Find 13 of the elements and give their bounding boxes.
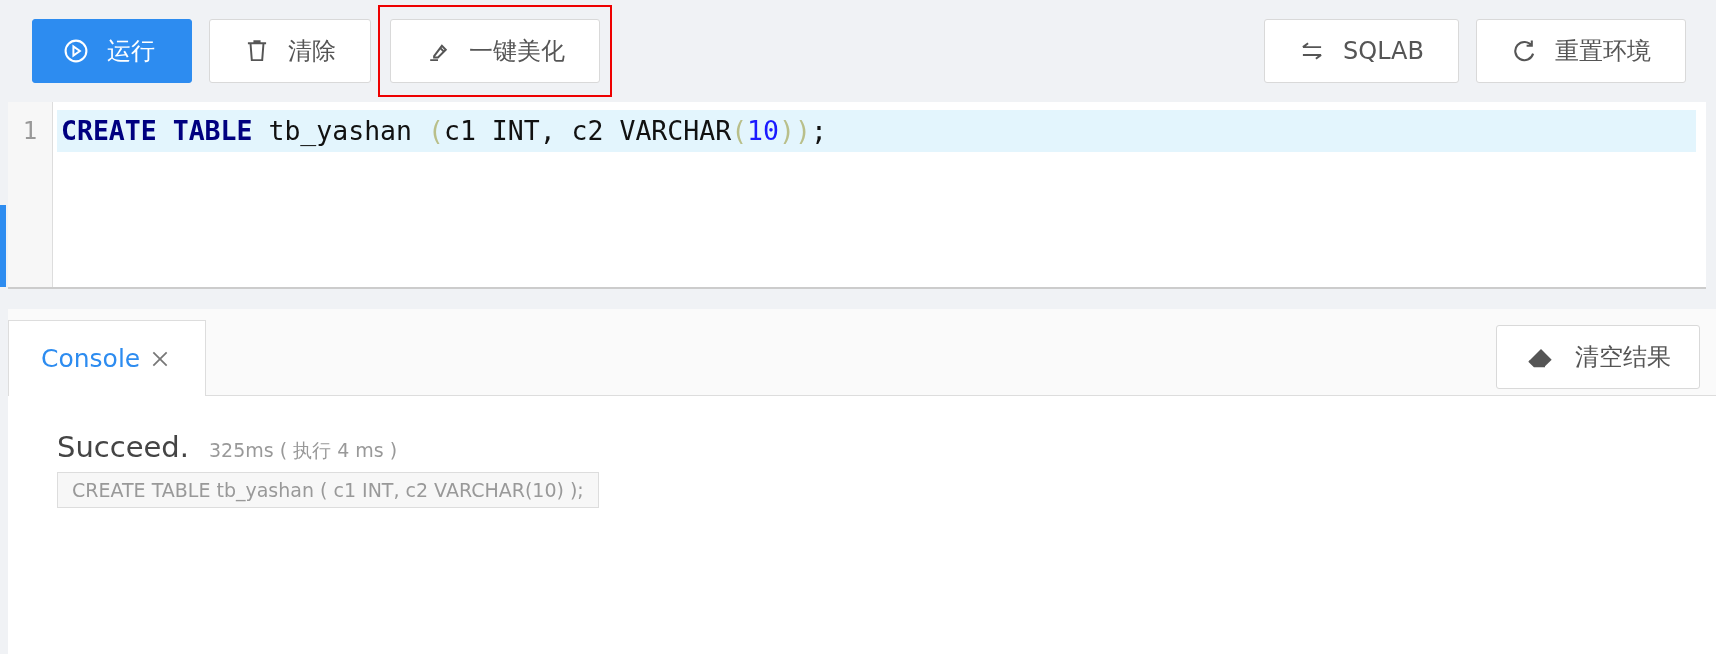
refresh-icon xyxy=(1511,38,1537,64)
toolbar-button[interactable]: SQLAB xyxy=(1264,19,1459,83)
play-icon xyxy=(63,38,89,64)
executed-statement: CREATE TABLE tb_yashan ( c1 INT, c2 VARCHAR(10) ); xyxy=(57,472,599,508)
result-timing: 325ms ( 执行 4 ms ) xyxy=(209,438,398,463)
code-editor[interactable]: 1 CREATE TABLE tb_yashan (c1 INT, c2 VARCHAR(10)); xyxy=(8,102,1706,289)
toolbar-button[interactable]: 重置环境 xyxy=(1476,19,1686,83)
result-status: Succeed. xyxy=(57,430,189,464)
line-number: 1 xyxy=(22,116,38,147)
toolbar-button[interactable]: 清除 xyxy=(209,19,371,83)
toolbar-button[interactable]: 一键美化 xyxy=(390,19,600,83)
close-icon[interactable] xyxy=(152,350,169,367)
clear-results-button[interactable]: 清空结果 xyxy=(1496,325,1700,389)
